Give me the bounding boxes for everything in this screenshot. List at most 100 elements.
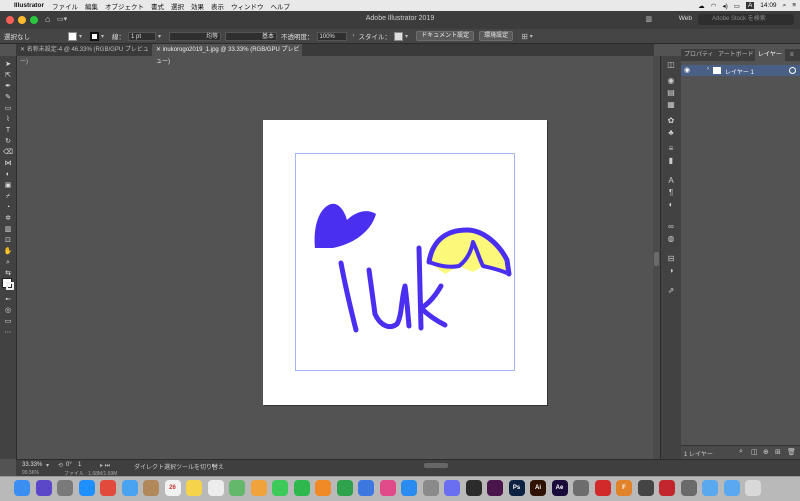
artboard-number[interactable]: 1 [78,462,81,468]
brushes-icon[interactable]: ✿ [666,116,676,126]
image-icon[interactable] [573,480,589,496]
vertical-scroll-thumb[interactable] [654,252,659,266]
horizontal-scroll-thumb[interactable] [424,463,448,468]
tab-document-1[interactable]: ✕ 名称未設定-4 @ 46.33% (RGB/GPU プレビュー) [16,44,152,65]
spotlight-icon[interactable]: ⌕ [783,2,787,10]
screen-mode-icon[interactable]: ▭ [3,317,13,326]
tab-close-icon[interactable]: ✕ [156,47,163,53]
stroke-weight-field[interactable]: 1 pt [128,31,157,41]
opacity-field[interactable]: 100% [316,31,347,41]
contacts-icon[interactable] [143,480,159,496]
paragraph-panel-icon[interactable]: ¶ [666,188,676,198]
rectangle-tool-icon[interactable]: ▭ [3,104,13,113]
zoom-level[interactable]: 33.33% [22,462,42,468]
character-panel-icon[interactable]: A [666,176,676,186]
direct-selection-tool-icon[interactable]: ⇱ [3,71,13,80]
chrome-icon[interactable] [100,480,116,496]
tab-document-2[interactable]: ✕ inukorogo2019_1.jpg @ 33.33% (RGB/GPU … [152,44,302,65]
document-setup-button[interactable]: ドキュメント設定 [416,31,475,41]
volume-icon[interactable]: ◂) [722,2,727,10]
menu-effect[interactable]: 効果 [191,1,204,11]
menu-object[interactable]: オブジェクト [105,1,144,11]
variable-width-profile[interactable]: 均等 [169,31,222,41]
style-dropdown-icon[interactable]: ▾ [405,33,408,40]
target-icon[interactable] [789,67,796,74]
pathfinder-icon[interactable]: ◑ [666,266,676,276]
notes-icon[interactable] [186,480,202,496]
type-tool-icon[interactable]: T [3,126,13,135]
siri-icon[interactable] [35,480,52,496]
menu-type[interactable]: 書式 [151,1,164,11]
gradient-tool-icon[interactable]: ▣ [3,181,13,190]
pages-icon[interactable] [315,480,331,496]
battery-icon[interactable]: ▭ [734,2,740,10]
more-tools-icon[interactable]: ⋯ [3,328,13,337]
letter-k-arm-stroke[interactable] [418,283,448,328]
new-layer-icon[interactable]: ⊞ [775,448,781,456]
libraries-icon[interactable]: ◫ [666,60,676,70]
align-options-icon[interactable]: ⊞ [521,32,528,41]
rotation-angle[interactable]: 0° [66,462,72,468]
input-icon[interactable]: A [745,2,755,9]
draw-mode-icon[interactable]: ◎ [3,306,13,315]
tab-artboards[interactable]: アートボード [718,49,754,61]
links-icon[interactable]: ∞ [666,222,676,232]
symbols-icon[interactable]: ♣ [666,128,676,138]
width-tool-icon[interactable]: ⋈ [3,159,13,168]
music-icon[interactable] [637,480,654,496]
gradient-panel-icon[interactable]: ▮ [666,156,676,166]
stroke-color-swatch[interactable] [6,282,14,290]
eyedropper-tool-icon[interactable]: ⌿ [3,192,13,201]
export-icon[interactable]: ⇗ [666,286,676,296]
audio-icon[interactable] [594,480,611,496]
messages-icon[interactable] [272,480,288,496]
letter-n-stroke[interactable] [366,267,412,330]
pen-tool-icon[interactable]: ✒ [3,82,13,91]
aftereffects-icon[interactable]: Ae [551,480,568,496]
clipping-mask-icon[interactable]: ◫ [751,448,758,456]
locate-object-icon[interactable]: ⌕ [739,448,743,456]
tab-close-icon[interactable]: ✕ [20,47,27,53]
ink-logo-artwork[interactable] [263,120,547,405]
menu-file[interactable]: ファイル [52,1,78,11]
wifi-icon[interactable]: ◠ [711,2,717,10]
color-mode-icon[interactable]: ▪▫ [3,295,13,304]
color-panel-icon[interactable]: ◉ [666,76,676,86]
terminal-icon[interactable] [465,480,482,496]
status-text[interactable]: ダイレクト選択ツールを切り替え [134,462,224,471]
acrobat-icon[interactable] [659,480,675,496]
appearance-icon[interactable]: ◍ [666,234,676,244]
artboard-nav-icon[interactable]: ▸ ⏭ [100,462,110,470]
trash-icon[interactable] [745,480,761,496]
launchpad-icon[interactable] [57,480,73,496]
status-menu-icon[interactable]: ▸ [212,462,215,469]
slack-icon[interactable] [487,480,503,496]
arrange-icon[interactable]: ▥ [645,15,652,23]
numbers-icon[interactable] [336,480,353,496]
leaf-shape[interactable] [314,203,376,248]
align-panel-icon[interactable]: ⊟ [666,254,676,264]
swatches-icon[interactable]: ▦ [666,100,676,110]
brush-definition[interactable]: 基本 [225,31,278,41]
stroke-label[interactable]: 線： [112,31,125,41]
opentype-panel-icon[interactable]: ◐ [666,200,676,210]
stroke-dropdown-icon[interactable]: ▾ [101,33,104,40]
photos-icon[interactable] [250,480,267,496]
curvature-tool-icon[interactable]: ✎ [3,93,13,102]
eye-icon[interactable]: ◉ [684,66,690,74]
paintbrush-tool-icon[interactable]: ⌇ [3,115,13,124]
itunes-icon[interactable] [379,480,396,496]
preferences-button[interactable]: 環境設定 [479,31,514,41]
blend-tool-icon[interactable]: ◔ [3,203,13,212]
workspace-switcher[interactable]: Web [679,15,692,22]
fill-swatch[interactable] [68,31,77,41]
keynote-icon[interactable] [358,480,374,496]
tab-layers[interactable]: レイヤー [755,49,785,61]
menu-select[interactable]: 選択 [171,1,184,11]
letter-i-stroke[interactable] [338,260,359,333]
stroke-panel-icon[interactable]: ≡ [666,144,676,154]
preferences-icon[interactable] [422,480,439,496]
layer-name[interactable]: レイヤー 1 [725,67,754,76]
shape-builder-tool-icon[interactable]: ◐ [3,170,13,179]
color-guide-icon[interactable]: ▤ [666,88,676,98]
